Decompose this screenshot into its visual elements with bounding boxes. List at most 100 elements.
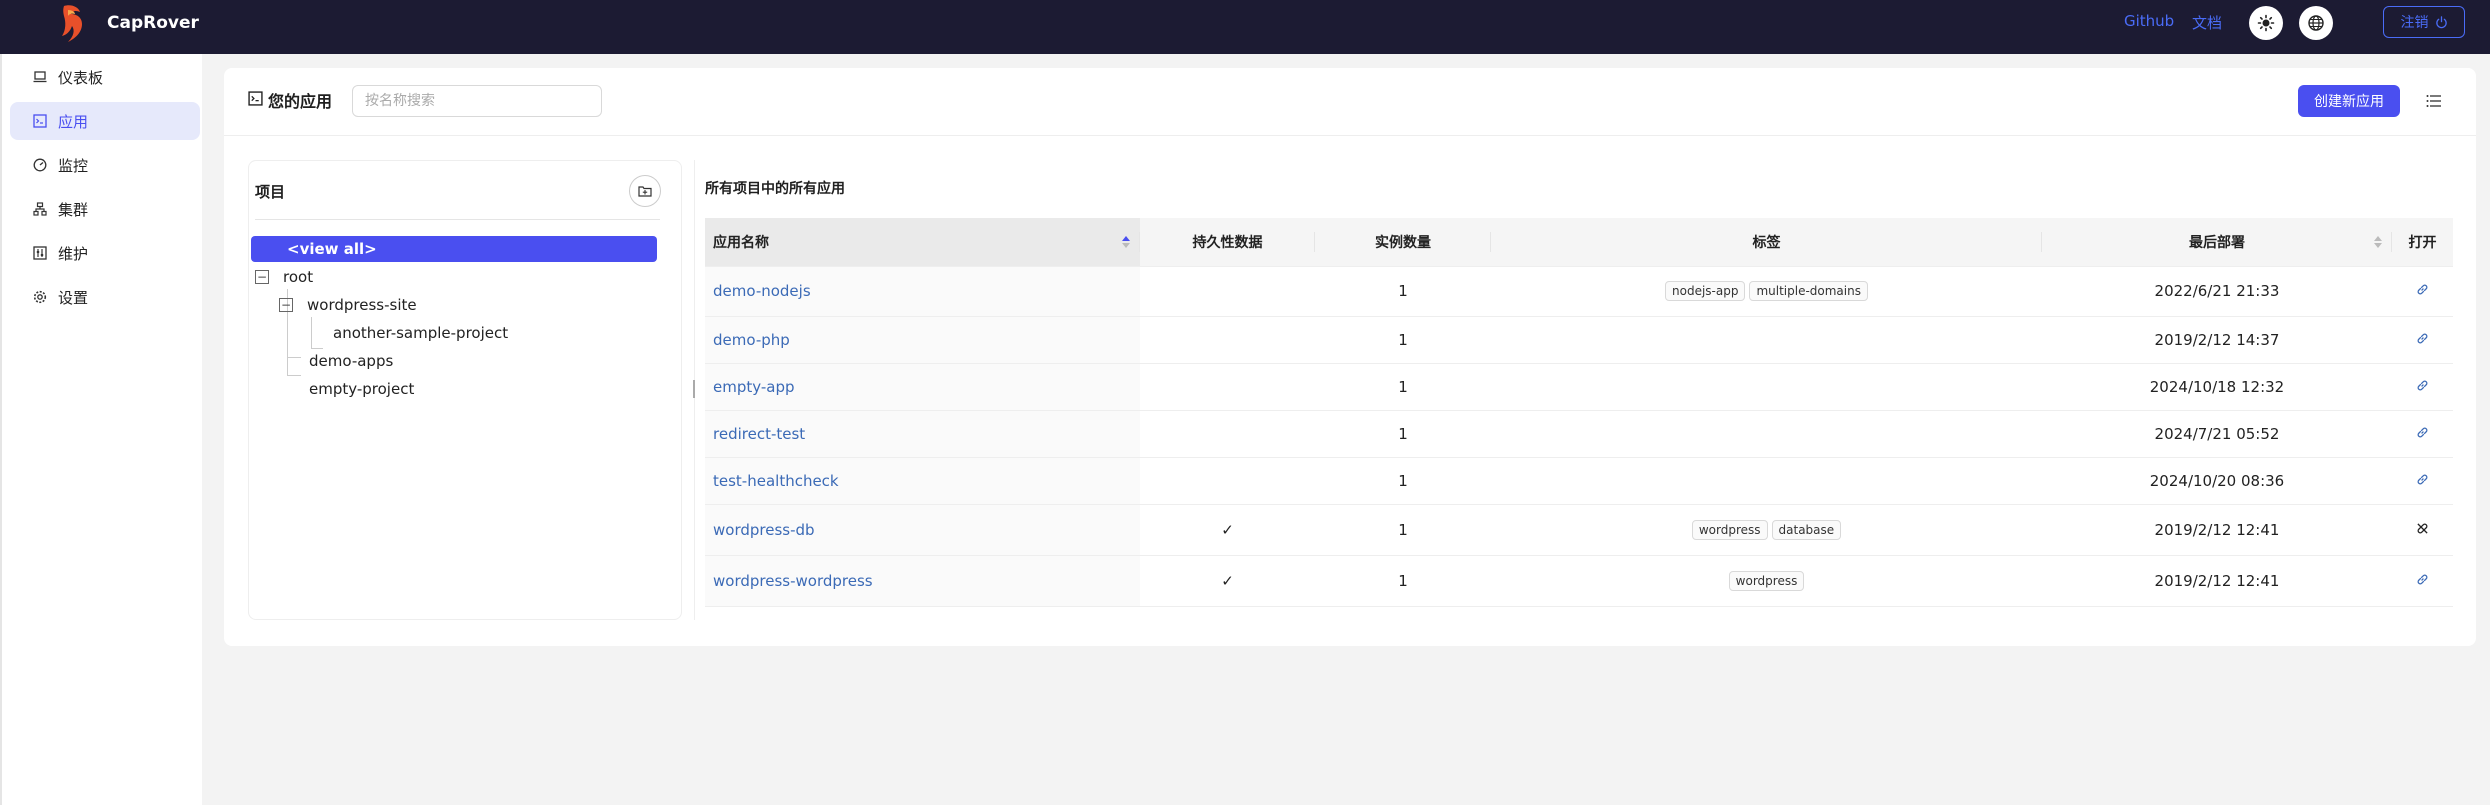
projects-title: 项目 bbox=[255, 183, 286, 201]
sidebar-item-label: 应用 bbox=[58, 112, 89, 131]
tree-connector bbox=[311, 317, 312, 349]
deployed-cell: 2022/6/21 21:33 bbox=[2042, 266, 2392, 317]
tree-item-label: wordpress-site bbox=[307, 296, 417, 314]
sidebar-item-monitoring[interactable]: 监控 bbox=[10, 146, 200, 184]
sidebar-item-label: 维护 bbox=[58, 244, 89, 263]
tree-item-label: another-sample-project bbox=[333, 324, 509, 342]
tag[interactable]: database bbox=[1771, 519, 1842, 540]
tags-cell bbox=[1491, 457, 2042, 505]
deployed-cell: 2019/2/12 14:37 bbox=[2042, 316, 2392, 364]
apps-card: 您的应用 创建新应用 项目 <view all> − ro bbox=[224, 68, 2476, 646]
column-header-tags: 标签 bbox=[1491, 218, 2042, 267]
link-icon[interactable] bbox=[2416, 572, 2429, 590]
tags-cell: wordpress bbox=[1491, 555, 2042, 607]
persistent-cell: ✓ bbox=[1140, 555, 1315, 607]
table-row: demo-nodejs 1 nodejs-app multiple-domains… bbox=[705, 266, 2453, 317]
create-app-button[interactable]: 创建新应用 bbox=[2298, 85, 2400, 117]
link-icon[interactable] bbox=[2416, 331, 2429, 349]
docs-link[interactable]: 文档 bbox=[2192, 12, 2222, 33]
apps-table-title: 所有项目中的所有应用 bbox=[705, 181, 845, 197]
tag[interactable]: wordpress bbox=[1728, 570, 1805, 591]
globe-icon bbox=[2308, 15, 2324, 31]
tree-item-root[interactable]: − root bbox=[255, 264, 313, 290]
tags-cell: nodejs-app multiple-domains bbox=[1491, 266, 2042, 317]
deployed-cell: 2024/10/20 08:36 bbox=[2042, 457, 2392, 505]
sidebar-item-maintenance[interactable]: 维护 bbox=[10, 234, 200, 272]
sidebar-item-settings[interactable]: 设置 bbox=[10, 278, 200, 316]
tree-item-label: empty-project bbox=[309, 380, 415, 398]
tree-connector bbox=[287, 357, 301, 358]
column-header-app-name[interactable]: 应用名称 bbox=[705, 218, 1140, 267]
app-link-wordpress-db[interactable]: wordpress-db bbox=[713, 521, 815, 539]
add-project-button[interactable] bbox=[629, 175, 661, 207]
instances-cell: 1 bbox=[1315, 266, 1491, 317]
logout-label: 注销 bbox=[2400, 15, 2429, 31]
deployed-cell: 2024/7/21 05:52 bbox=[2042, 410, 2392, 458]
logout-button[interactable]: 注销 bbox=[2383, 6, 2465, 38]
open-cell bbox=[2392, 266, 2453, 317]
tree-item-another-sample-project[interactable]: another-sample-project bbox=[333, 320, 508, 346]
column-header-persistent-data: 持久性数据 bbox=[1140, 218, 1315, 267]
link-icon[interactable] bbox=[2416, 378, 2429, 396]
projects-divider bbox=[255, 219, 660, 220]
open-cell bbox=[2392, 504, 2453, 556]
language-button[interactable] bbox=[2299, 6, 2333, 40]
app-link-empty-app[interactable]: empty-app bbox=[713, 378, 795, 396]
sun-icon bbox=[2257, 14, 2275, 32]
code-window-icon bbox=[32, 113, 48, 129]
tree-item-empty-project[interactable]: empty-project bbox=[309, 376, 414, 402]
sidebar-item-cluster[interactable]: 集群 bbox=[10, 190, 200, 228]
top-header: CapRover Github 文档 注销 bbox=[0, 0, 2490, 54]
persistent-cell bbox=[1140, 457, 1315, 505]
tags-cell bbox=[1491, 363, 2042, 411]
collapse-icon[interactable]: − bbox=[255, 270, 269, 284]
tag[interactable]: multiple-domains bbox=[1749, 281, 1868, 301]
app-link-wordpress-wordpress[interactable]: wordpress-wordpress bbox=[713, 572, 873, 590]
app-link-test-healthcheck[interactable]: test-healthcheck bbox=[713, 472, 839, 490]
sort-icon[interactable] bbox=[1122, 236, 1130, 248]
open-cell bbox=[2392, 363, 2453, 411]
instances-cell: 1 bbox=[1315, 504, 1491, 556]
control-panel-icon bbox=[32, 245, 48, 261]
tree-item-wordpress-site[interactable]: − wordpress-site bbox=[279, 292, 417, 318]
tree-item-view-all[interactable]: <view all> bbox=[251, 236, 657, 262]
persistent-cell: ✓ bbox=[1140, 504, 1315, 556]
open-cell bbox=[2392, 457, 2453, 505]
code-window-icon bbox=[248, 91, 263, 106]
theme-toggle-button[interactable] bbox=[2249, 6, 2283, 40]
sort-icon[interactable] bbox=[2374, 236, 2382, 248]
column-header-last-deployed[interactable]: 最后部署 bbox=[2042, 218, 2392, 267]
tree-connector bbox=[287, 375, 301, 376]
persistent-cell bbox=[1140, 410, 1315, 458]
link-icon[interactable] bbox=[2416, 282, 2429, 300]
tag[interactable]: wordpress bbox=[1691, 519, 1768, 540]
sidebar-item-dashboard[interactable]: 仪表板 bbox=[10, 58, 200, 96]
sidebar-item-label: 设置 bbox=[58, 288, 89, 307]
app-link-demo-nodejs[interactable]: demo-nodejs bbox=[713, 282, 811, 300]
laptop-icon bbox=[32, 69, 48, 85]
sidebar-item-label: 集群 bbox=[58, 200, 89, 219]
column-header-open: 打开 bbox=[2392, 218, 2453, 267]
list-view-button[interactable] bbox=[2422, 90, 2446, 112]
tree-item-demo-apps[interactable]: demo-apps bbox=[309, 348, 393, 374]
power-icon bbox=[2435, 15, 2447, 28]
table-row: empty-app 1 2024/10/18 12:32 bbox=[705, 363, 2453, 411]
search-input[interactable] bbox=[352, 85, 602, 117]
resize-handle[interactable] bbox=[693, 380, 695, 398]
github-link[interactable]: Github bbox=[2124, 12, 2174, 30]
deployed-cell: 2024/10/18 12:32 bbox=[2042, 363, 2392, 411]
table-row: test-healthcheck 1 2024/10/20 08:36 bbox=[705, 457, 2453, 505]
deployed-cell: 2019/2/12 12:41 bbox=[2042, 504, 2392, 556]
tree-item-label: root bbox=[283, 268, 314, 286]
tree-item-label: demo-apps bbox=[309, 352, 394, 370]
link-icon[interactable] bbox=[2416, 472, 2429, 490]
app-link-demo-php[interactable]: demo-php bbox=[713, 331, 790, 349]
sidebar-item-apps[interactable]: 应用 bbox=[10, 102, 200, 140]
app-link-redirect-test[interactable]: redirect-test bbox=[713, 425, 805, 443]
sidebar: 仪表板 应用 监控 集群 维护 设置 bbox=[0, 54, 202, 805]
collapse-icon[interactable]: − bbox=[279, 298, 293, 312]
persistent-cell bbox=[1140, 363, 1315, 411]
tags-cell: wordpress database bbox=[1491, 504, 2042, 556]
link-icon[interactable] bbox=[2416, 425, 2429, 443]
tag[interactable]: nodejs-app bbox=[1665, 281, 1746, 301]
